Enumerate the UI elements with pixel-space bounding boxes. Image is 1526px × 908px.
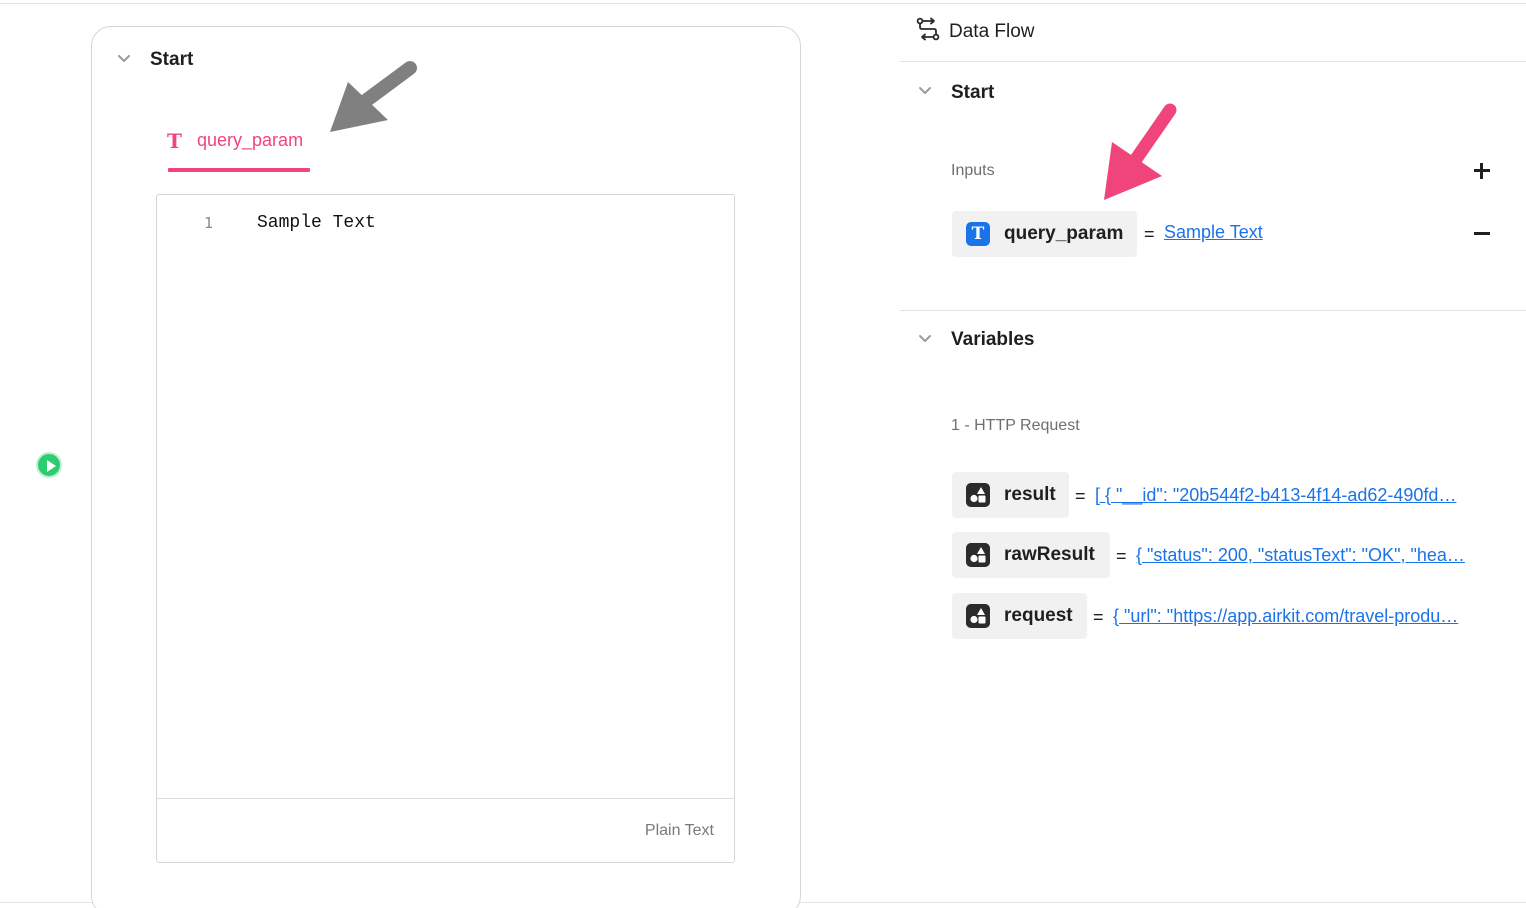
chevron-down-icon[interactable] <box>117 52 131 66</box>
equals-sign: = <box>1093 607 1104 627</box>
annotation-arrow-pink <box>1104 103 1177 200</box>
variable-name: rawResult <box>1004 544 1095 565</box>
tab-label: query_param <box>197 130 304 150</box>
editor-footer-divider <box>157 798 734 799</box>
line-number: 1 <box>204 214 214 232</box>
equals-sign: = <box>1116 546 1127 566</box>
code-line[interactable]: Sample Text <box>257 213 376 233</box>
object-type-icon <box>966 543 990 567</box>
panel-title: Data Flow <box>949 21 1035 42</box>
annotation-arrow-gray <box>330 61 417 132</box>
input-value-link[interactable]: Sample Text <box>1164 222 1464 243</box>
data-flow-panel <box>893 4 1526 902</box>
code-editor[interactable]: 1 Sample Text Plain Text <box>156 194 735 863</box>
variables-section-title: Variables <box>951 329 1035 350</box>
variable-name: request <box>1004 605 1073 626</box>
object-type-icon <box>966 483 990 507</box>
text-type-icon: T <box>167 129 182 153</box>
chevron-down-icon[interactable] <box>918 84 932 98</box>
input-variable-name: query_param <box>1004 223 1124 244</box>
start-section-title: Start <box>951 82 995 103</box>
text-type-icon: T <box>966 222 990 246</box>
variable-pill-result[interactable]: result <box>952 472 1069 518</box>
tab-active-underline <box>168 168 310 172</box>
tab-query-param[interactable]: T query_param <box>167 126 310 174</box>
chevron-down-icon[interactable] <box>918 332 932 346</box>
panel-header-divider <box>900 61 1526 62</box>
variable-value-link[interactable]: [ { "__id": "20b544f2-b413-4f14-ad62-490… <box>1095 485 1498 506</box>
input-variable-pill[interactable]: T query_param <box>952 211 1137 257</box>
variable-group-label: 1 - HTTP Request <box>951 417 1080 434</box>
equals-sign: = <box>1144 224 1155 244</box>
data-flow-icon <box>916 17 940 41</box>
variable-value-link[interactable]: { "status": 200, "statusText": "OK", "he… <box>1136 545 1498 566</box>
add-input-button[interactable] <box>1474 162 1492 180</box>
card-title: Start <box>150 49 194 70</box>
object-type-icon <box>966 604 990 628</box>
language-selector[interactable]: Plain Text <box>645 822 714 840</box>
equals-sign: = <box>1075 486 1086 506</box>
variable-pill-request[interactable]: request <box>952 593 1087 639</box>
variable-name: result <box>1004 484 1056 505</box>
variable-pill-rawresult[interactable]: rawResult <box>952 532 1110 578</box>
inputs-label: Inputs <box>951 162 995 179</box>
section-divider <box>900 310 1526 311</box>
play-icon[interactable] <box>36 452 62 478</box>
variable-value-link[interactable]: { "url": "https://app.airkit.com/travel-… <box>1113 606 1498 627</box>
remove-input-button[interactable] <box>1474 225 1492 243</box>
